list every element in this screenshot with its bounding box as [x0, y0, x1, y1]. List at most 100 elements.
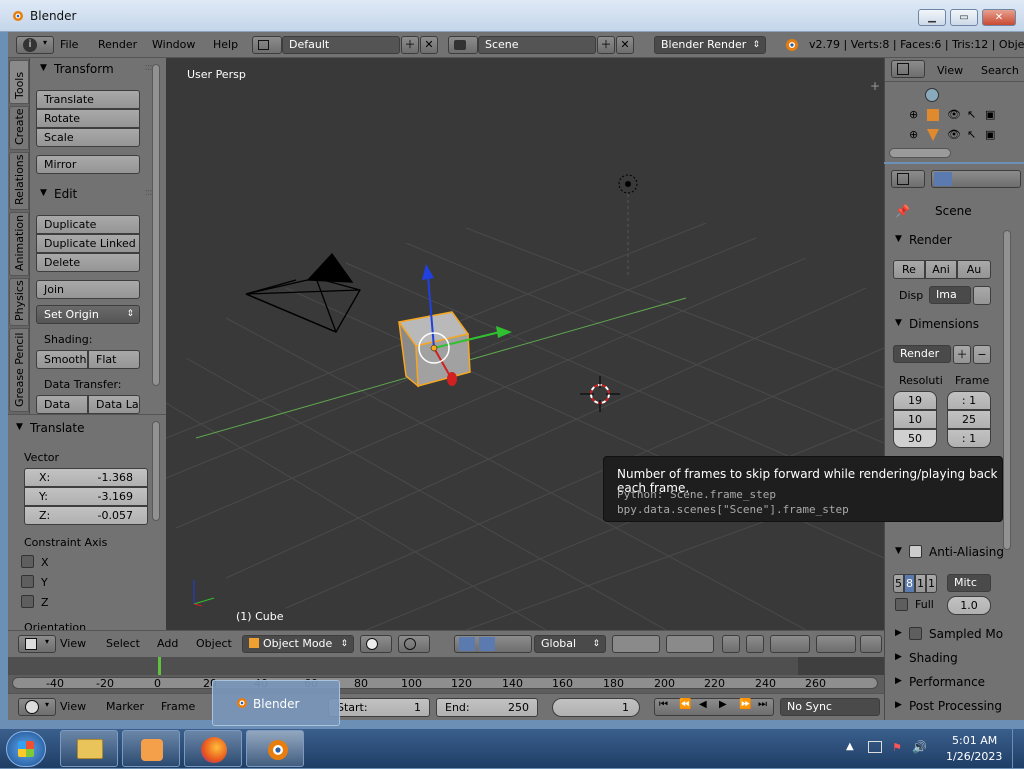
eye-icon[interactable]: 👁	[947, 128, 961, 141]
menu-marker[interactable]: Marker	[106, 700, 144, 713]
rotate-button[interactable]: Rotate	[36, 109, 140, 128]
duplicate-button[interactable]: Duplicate	[36, 215, 140, 234]
mirror-button[interactable]: Mirror	[36, 155, 140, 174]
sync-mode-dropdown[interactable]: No Sync	[780, 698, 880, 716]
menu-help[interactable]: Help	[213, 38, 238, 51]
proportional-edit-button[interactable]	[816, 635, 856, 653]
jump-end-icon[interactable]: ⏭	[758, 699, 767, 710]
tab-physics[interactable]: Physics	[9, 278, 29, 326]
menu-add[interactable]: Add	[157, 637, 178, 650]
menu-search[interactable]: Search	[981, 64, 1019, 77]
menu-frame[interactable]: Frame	[161, 700, 195, 713]
flat-button[interactable]: Flat	[88, 350, 140, 369]
network-icon[interactable]	[868, 741, 882, 753]
data-transfer-button[interactable]: Data	[36, 395, 88, 414]
taskbar-firefox[interactable]	[184, 730, 242, 767]
motion-blur-checkbox[interactable]	[909, 627, 922, 640]
vector-x-field[interactable]: X: -1.368	[24, 468, 148, 487]
clock-time[interactable]: 5:01 AM	[952, 734, 997, 747]
anti-aliasing-section-header[interactable]: ▼ Anti-Aliasing	[889, 542, 1004, 562]
cursor-select-icon[interactable]: ↖	[967, 108, 976, 121]
rotate-manipulator-icon[interactable]	[499, 637, 513, 651]
set-origin-dropdown[interactable]: Set Origin ⇕	[36, 305, 140, 324]
cursor-select-icon[interactable]: ↖	[967, 128, 976, 141]
layers-context-icon[interactable]	[956, 172, 970, 186]
aa-samples-5[interactable]: 5	[893, 574, 904, 593]
lamp-object[interactable]	[618, 174, 638, 278]
sampled-motion-blur-header[interactable]: ▶ Sampled Mo	[889, 624, 1003, 644]
render-context-icon[interactable]	[934, 172, 952, 186]
end-frame-field[interactable]: End: 250	[436, 698, 538, 717]
add-layout-button[interactable]: ＋	[401, 36, 419, 54]
show-desktop-button[interactable]	[1012, 729, 1024, 769]
pin-icon[interactable]: 📌	[895, 204, 910, 218]
edit-panel-header[interactable]: ▼ Edit ::::	[32, 183, 158, 205]
menu-view[interactable]: View	[937, 64, 963, 77]
remove-scene-button[interactable]: ✕	[616, 36, 634, 54]
shading-mode-button[interactable]	[360, 635, 392, 653]
constraint-y-checkbox[interactable]	[21, 575, 34, 588]
operator-panel-scrollbar[interactable]	[152, 421, 160, 521]
add-preset-button[interactable]: ＋	[953, 345, 971, 364]
frame-start-field[interactable]: : 1	[947, 391, 991, 410]
manipulator-toggle-icon[interactable]	[459, 637, 475, 651]
add-scene-button[interactable]: ＋	[597, 36, 615, 54]
performance-section-header[interactable]: ▶ Performance	[889, 672, 997, 692]
post-processing-section-header[interactable]: ▶ Post Processing	[889, 696, 1002, 716]
editor-type-button[interactable]: ▾	[18, 698, 56, 716]
resolution-y-field[interactable]: 10	[893, 410, 937, 429]
manipulator-buttons[interactable]	[454, 635, 532, 653]
timeline-scrub-area[interactable]	[8, 657, 884, 675]
aa-samples-11[interactable]: 1	[915, 574, 926, 593]
snap-button[interactable]	[770, 635, 810, 653]
viewport-plus-icon[interactable]: +	[870, 79, 880, 93]
render-audio-button[interactable]: Au	[957, 260, 991, 279]
tab-tools[interactable]: Tools	[9, 60, 29, 104]
taskbar-media-player[interactable]	[122, 730, 180, 767]
start-button[interactable]	[6, 731, 46, 767]
tab-animation[interactable]: Animation	[9, 212, 29, 276]
menu-select[interactable]: Select	[106, 637, 140, 650]
resolution-x-field[interactable]: 19	[893, 391, 937, 410]
constraint-x-checkbox[interactable]	[21, 555, 34, 568]
smooth-button[interactable]: Smooth	[36, 350, 88, 369]
join-button[interactable]: Join	[36, 280, 140, 299]
render-only-button[interactable]	[746, 635, 764, 653]
resolution-percent-field[interactable]: 50	[893, 429, 937, 448]
context-tabs[interactable]	[931, 170, 1021, 188]
menu-object[interactable]: Object	[196, 637, 232, 650]
editor-type-button[interactable]	[891, 60, 925, 78]
expand-icon[interactable]: ⊕	[909, 128, 918, 141]
dimensions-section-header[interactable]: ▼ Dimensions	[889, 314, 997, 334]
menu-file[interactable]: File	[60, 38, 78, 51]
menu-render[interactable]: Render	[98, 38, 137, 51]
screen-layout-selector[interactable]	[252, 36, 282, 54]
lock-layers-button[interactable]	[722, 635, 740, 653]
pivot-point-button[interactable]	[398, 635, 430, 653]
current-frame-marker[interactable]	[158, 657, 161, 675]
outliner-scrollbar[interactable]	[889, 148, 951, 158]
current-frame-field[interactable]: 1	[552, 698, 640, 717]
menu-view[interactable]: View	[60, 637, 86, 650]
vector-y-field[interactable]: Y: -3.169	[24, 487, 148, 506]
frame-end-field[interactable]: 25	[947, 410, 991, 429]
tab-create[interactable]: Create	[9, 106, 29, 150]
play-reverse-icon[interactable]: ◀	[699, 699, 707, 710]
show-hidden-icons[interactable]: ▲	[846, 741, 854, 752]
properties-scrollbar[interactable]	[1003, 230, 1011, 550]
start-frame-field[interactable]: Start: 1	[328, 698, 430, 717]
jump-keyframe-back-icon[interactable]: ⏪	[679, 699, 691, 710]
render-animation-button[interactable]: Ani	[925, 260, 957, 279]
eye-icon[interactable]: 👁	[947, 108, 961, 121]
data-layout-button[interactable]: Data La	[88, 395, 140, 414]
scene-context-icon[interactable]	[976, 172, 990, 186]
world-icon[interactable]	[925, 88, 939, 102]
tab-grease-pencil[interactable]: Grease Pencil	[9, 328, 29, 412]
3d-cursor[interactable]	[580, 376, 620, 412]
render-camera-icon[interactable]: ▣	[985, 128, 995, 141]
timeline[interactable]: -40 -20 0 20 40 60 80 100 120 140 160 18…	[8, 657, 884, 693]
editor-type-button[interactable]	[891, 170, 925, 188]
outliner-row-camera[interactable]: ⊕ 👁 ↖ ▣	[909, 108, 1019, 124]
taskbar-blender[interactable]	[246, 730, 304, 767]
taskbar-explorer[interactable]	[60, 730, 118, 767]
